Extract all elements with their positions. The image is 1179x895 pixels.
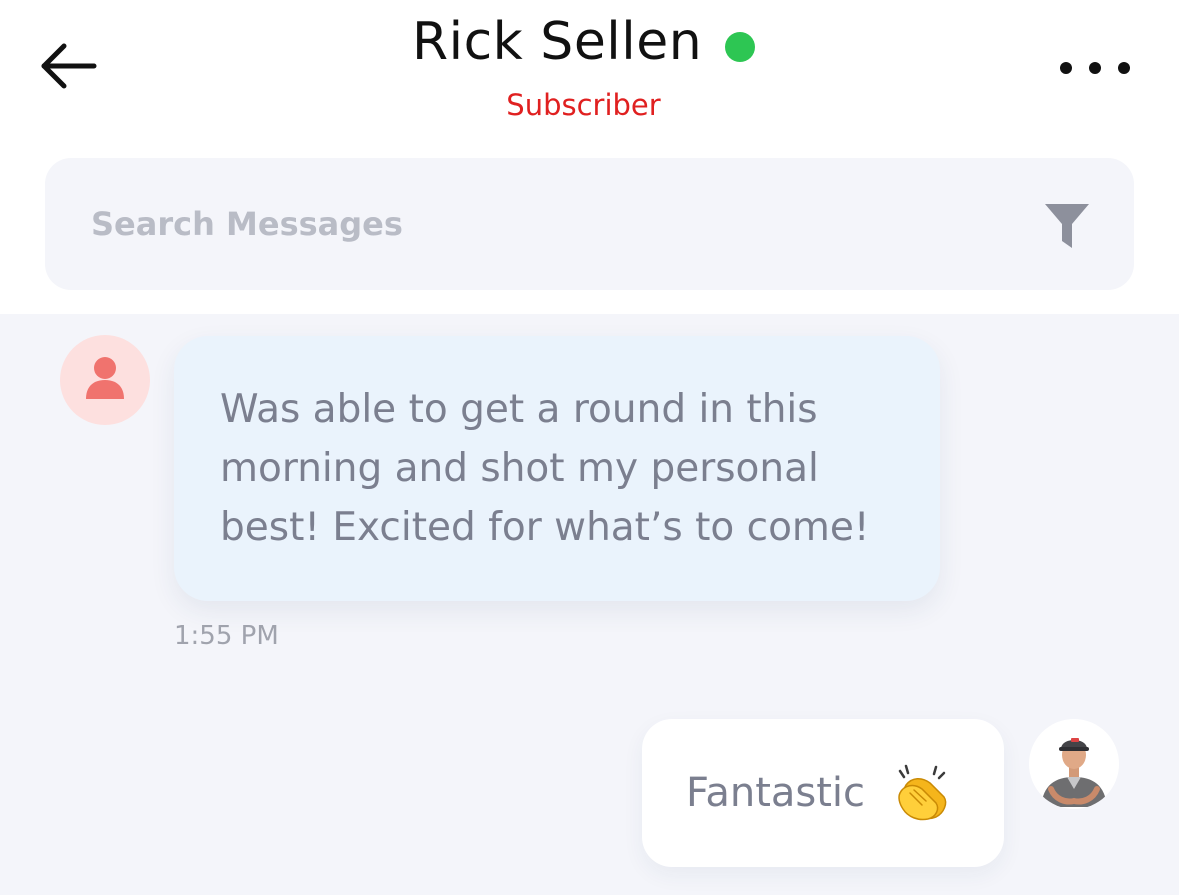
contact-name: Rick Sellen xyxy=(412,12,703,72)
message-text: Was able to get a round in this morning … xyxy=(220,387,870,550)
filter-icon xyxy=(1045,204,1089,248)
online-status-indicator xyxy=(725,32,755,62)
search-input[interactable] xyxy=(91,200,991,248)
incoming-message-bubble[interactable]: Was able to get a round in this morning … xyxy=(174,336,940,601)
more-dot xyxy=(1118,62,1130,74)
more-dot xyxy=(1089,62,1101,74)
outgoing-message-bubble[interactable]: Fantastic xyxy=(642,719,1004,867)
user-photo xyxy=(1029,719,1119,809)
search-bar xyxy=(45,158,1134,290)
filter-button[interactable] xyxy=(1043,200,1091,252)
message-text: Fantastic xyxy=(686,770,866,816)
message-timestamp: 1:55 PM xyxy=(174,621,279,651)
user-avatar[interactable] xyxy=(1029,719,1119,809)
arrow-left-icon xyxy=(41,43,97,89)
chat-screen: Rick Sellen Subscriber Was able to get a… xyxy=(0,0,1179,895)
more-options-button[interactable] xyxy=(1060,52,1130,84)
contact-role: Subscriber xyxy=(506,88,661,122)
clapping-hands-icon xyxy=(898,764,947,821)
conversation-area[interactable]: Was able to get a round in this morning … xyxy=(0,314,1179,895)
back-button[interactable] xyxy=(36,36,102,96)
contact-avatar[interactable] xyxy=(60,335,150,425)
more-horizontal-icon xyxy=(1060,62,1072,74)
user-icon xyxy=(86,357,124,399)
